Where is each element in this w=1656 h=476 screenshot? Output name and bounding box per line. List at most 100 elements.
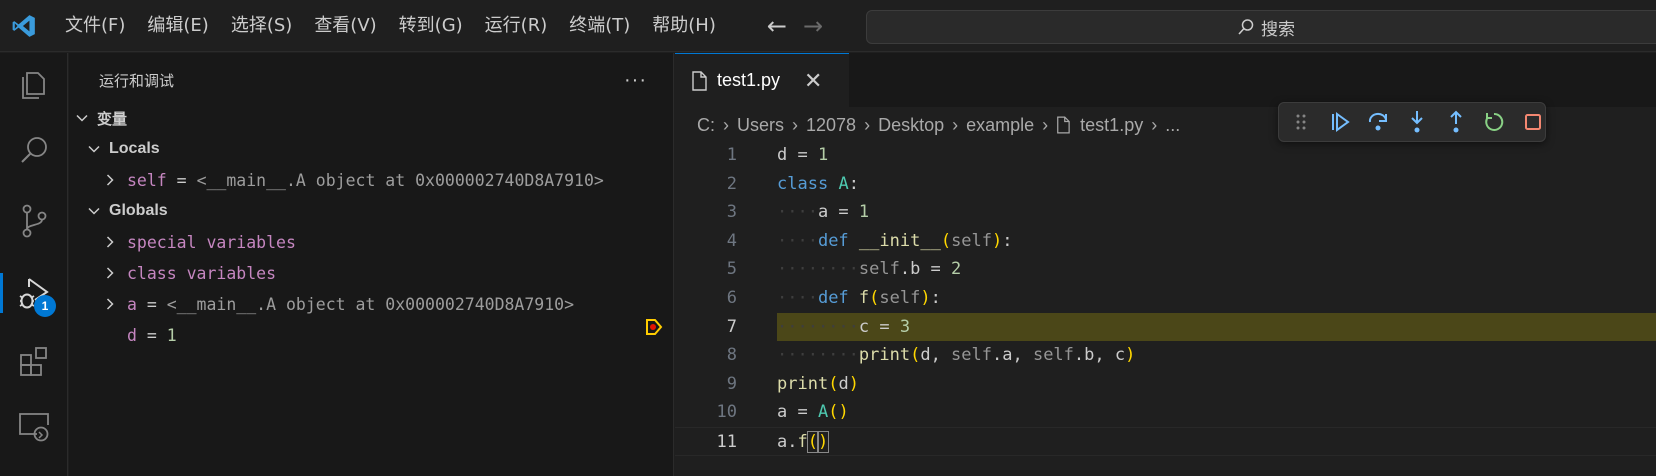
drag-handle-icon[interactable] — [1289, 110, 1314, 135]
code-line: 11 a.f() — [675, 427, 1656, 456]
line-number: 4 — [726, 230, 737, 251]
sidebar-header: 运行和调试 ··· — [69, 53, 673, 107]
variable-row[interactable]: a = <__main__.A object at 0x000002740D8A… — [69, 288, 673, 320]
stop-button[interactable] — [1520, 110, 1545, 135]
menu-run[interactable]: 运行(R) — [474, 11, 559, 41]
breadcrumb-item[interactable]: 12078 — [806, 115, 856, 136]
chevron-right-icon — [101, 266, 119, 280]
variables-title: 变量 — [97, 109, 128, 128]
line-number: 8 — [726, 345, 737, 366]
breadcrumb-item[interactable]: C: — [697, 115, 715, 136]
variable-entry: self = <__main__.A object at 0x000002740… — [127, 170, 604, 190]
vscode-logo-icon — [0, 0, 48, 52]
search-icon — [1238, 19, 1254, 35]
remote-explorer-icon[interactable] — [0, 398, 68, 454]
class-variables-label: class variables — [127, 263, 277, 283]
menu-view[interactable]: 查看(V) — [303, 11, 387, 41]
line-number: 9 — [726, 373, 737, 394]
chevron-right-icon: › — [1151, 114, 1158, 135]
variable-entry: d = 1 — [127, 325, 177, 345]
close-icon[interactable]: ✕ — [804, 68, 822, 94]
code-line: 5 ········self.b = 2 — [675, 255, 1656, 284]
sidebar-title: 运行和调试 — [99, 71, 175, 90]
forward-arrow-icon[interactable]: → — [803, 14, 823, 38]
navigation-arrows: ← → — [767, 14, 823, 38]
chevron-right-icon: › — [723, 114, 729, 135]
menu-bar: 文件(F) 编辑(E) 选择(S) 查看(V) 转到(G) 运行(R) 终端(T… — [54, 11, 727, 41]
line-number: 6 — [726, 288, 737, 308]
explorer-icon[interactable] — [0, 56, 68, 112]
variable-group-row[interactable]: class variables — [69, 257, 673, 289]
breadcrumb-item[interactable]: test1.py — [1080, 115, 1143, 136]
code-line: 2 class A: — [675, 170, 1656, 199]
variable-row[interactable]: d = 1 — [69, 319, 673, 351]
line-number: 1 — [726, 145, 737, 165]
code-line: 1 d = 1 — [675, 141, 1656, 170]
editor-area: test1.py ✕ C: › Users › 12078 › Desktop … — [646, 53, 1656, 476]
back-arrow-icon[interactable]: ← — [767, 14, 787, 38]
run-and-debug-sidebar: 运行和调试 ··· 变量 Locals self = <__main__.A o… — [69, 53, 674, 476]
locals-label: Locals — [109, 140, 160, 157]
tab-test1-py[interactable]: test1.py ✕ — [675, 53, 849, 107]
scope-locals[interactable]: Locals — [69, 133, 673, 165]
debug-toolbar — [1278, 102, 1546, 142]
chevron-right-icon: › — [864, 114, 871, 135]
line-number: 7 — [726, 316, 737, 337]
source-control-icon[interactable] — [0, 193, 68, 249]
search-label: 搜索 — [1261, 19, 1295, 40]
menu-help[interactable]: 帮助(H) — [641, 11, 727, 41]
search-view-icon[interactable] — [0, 123, 68, 179]
code-line: 10 a = A() — [675, 398, 1656, 427]
menu-file[interactable]: 文件(F) — [54, 11, 136, 41]
breadcrumb-item[interactable]: ... — [1165, 115, 1180, 136]
chevron-right-icon: › — [792, 114, 799, 135]
variable-entry: a = <__main__.A object at 0x000002740D8A… — [127, 294, 575, 314]
code-line: 9 print(d) — [675, 370, 1656, 399]
menu-selection[interactable]: 选择(S) — [220, 11, 303, 41]
breadcrumb: C: › Users › 12078 › Desktop › example ›… — [697, 109, 1180, 141]
globals-label: Globals — [109, 202, 168, 219]
chevron-right-icon — [101, 297, 119, 311]
code-line: 3 ····a = 1 — [675, 198, 1656, 227]
restart-button[interactable] — [1482, 110, 1507, 135]
tab-label: test1.py — [717, 70, 781, 90]
continue-button[interactable] — [1328, 110, 1353, 135]
code-line: 4 ····def __init__(self): — [675, 227, 1656, 256]
file-icon — [1057, 116, 1070, 134]
editor-tabs: test1.py ✕ — [675, 53, 1656, 107]
breadcrumb-item[interactable]: Users — [737, 115, 784, 136]
variables-section-header[interactable]: 变量 — [69, 102, 673, 134]
variable-row[interactable]: self = <__main__.A object at 0x000002740… — [69, 164, 673, 196]
chevron-right-icon: › — [1042, 114, 1049, 135]
current-execution-line: 7 ········c = 3 — [646, 312, 1656, 342]
step-out-button[interactable] — [1443, 110, 1468, 135]
chevron-right-icon — [101, 235, 119, 249]
title-bar: 文件(F) 编辑(E) 选择(S) 查看(V) 转到(G) 运行(R) 终端(T… — [0, 0, 1656, 52]
code-line: 6 ····def f(self): — [675, 284, 1656, 313]
step-into-button[interactable] — [1405, 110, 1430, 135]
search-box[interactable]: 搜索 — [866, 10, 1656, 44]
scope-globals[interactable]: Globals — [69, 195, 673, 227]
menu-edit[interactable]: 编辑(E) — [136, 11, 219, 41]
code-line: 8 ········print(d, self.a, self.b, c) — [675, 341, 1656, 370]
chevron-down-icon — [85, 142, 103, 156]
line-number: 10 — [716, 402, 737, 423]
breadcrumb-item[interactable]: example — [966, 115, 1034, 136]
special-variables-label: special variables — [127, 232, 296, 252]
step-over-button[interactable] — [1366, 110, 1391, 135]
chevron-right-icon — [101, 173, 119, 187]
debug-badge: 1 — [34, 295, 56, 317]
current-statement-arrow-icon — [645, 317, 663, 347]
variable-group-row[interactable]: special variables — [69, 226, 673, 258]
menu-terminal[interactable]: 终端(T) — [558, 11, 641, 41]
chevron-down-icon — [73, 111, 91, 125]
file-icon — [692, 70, 707, 91]
chevron-right-icon: › — [952, 114, 959, 135]
more-actions-button[interactable]: ··· — [624, 69, 647, 92]
line-number: 3 — [726, 202, 737, 223]
run-and-debug-icon[interactable]: 1 — [0, 265, 68, 321]
extensions-icon[interactable] — [0, 333, 68, 389]
breadcrumb-item[interactable]: Desktop — [878, 115, 944, 136]
menu-go[interactable]: 转到(G) — [388, 11, 474, 41]
line-number: 5 — [726, 259, 737, 280]
